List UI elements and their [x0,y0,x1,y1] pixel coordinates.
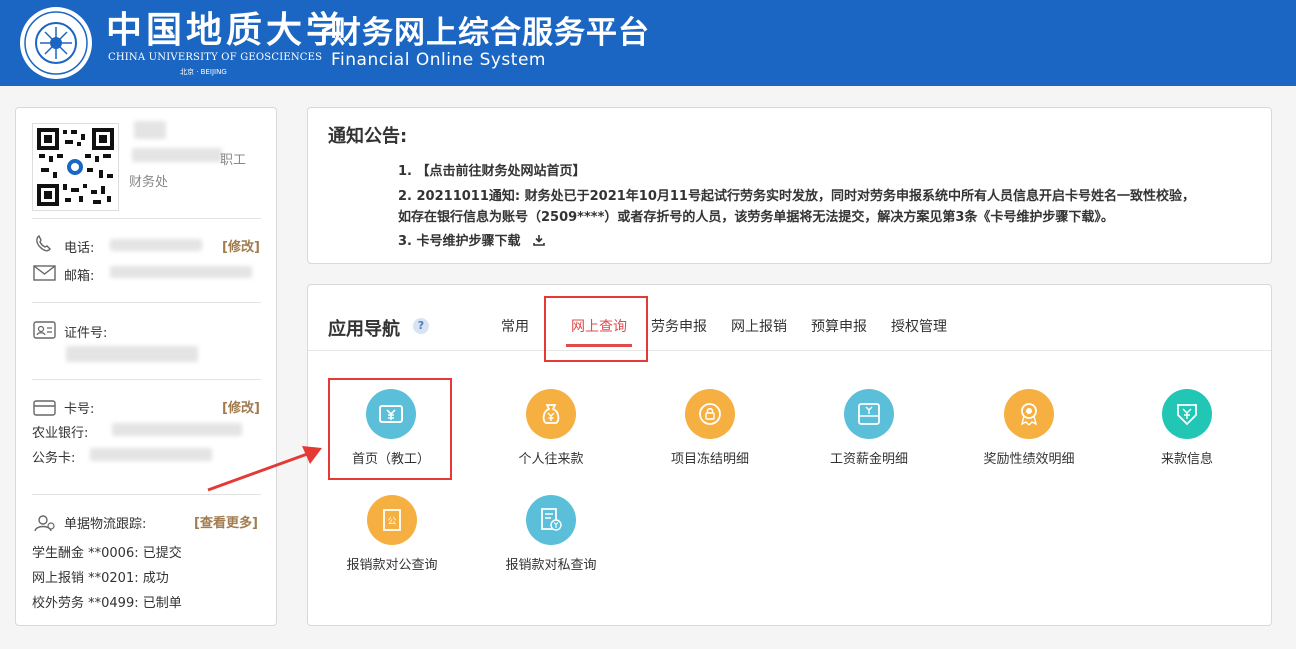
app-label: 报销款对私查询 [505,558,597,573]
public-receipt-icon: 公 [367,495,417,545]
app-label: 报销款对公查询 [346,558,438,573]
top-header: 中国地质大学 CHINA UNIVERSITY OF GEOSCIENCES 北… [0,0,1296,86]
qr-code-icon [37,128,114,206]
divider [32,218,261,219]
highlight-box-app [328,378,452,480]
divider [32,302,261,303]
notice-panel: 通知公告: 1. 【点击前往财务处网站首页】 2. 20211011通知: 财务… [307,107,1272,264]
tab-authorization[interactable]: 授权管理 [891,316,947,336]
id-number-label: 证件号: [64,326,108,341]
wallet-icon [844,389,894,439]
help-icon[interactable]: ? [413,318,429,334]
tracking-label: 单据物流跟踪: [64,517,147,532]
university-location: 北京 · BEIJING [180,68,227,76]
lock-coin-icon [685,389,735,439]
qr-code [32,123,119,211]
tracking-more-link[interactable]: [查看更多] [194,512,258,531]
divider [32,379,261,380]
app-label: 工资薪金明细 [829,452,908,467]
app-performance-bonus[interactable]: 奖励性绩效明细 [959,389,1099,467]
app-salary-details[interactable]: 工资薪金明细 [799,389,939,467]
notice-title: 通知公告: [328,126,408,147]
highlight-box-tab [544,296,648,362]
tracking-icon [34,515,55,532]
tab-budget-declaration[interactable]: 预算申报 [811,316,867,336]
app-nav-panel: 应用导航 ? 常用 网上查询 劳务申报 网上报销 预算申报 授权管理 首页（教工… [307,284,1272,626]
user-department: 财务处 [129,175,169,190]
tab-common[interactable]: 常用 [501,316,529,336]
id-number-redacted [66,346,198,362]
phone-icon [36,234,51,252]
user-name-redacted [134,121,166,139]
app-incoming-funds[interactable]: 来款信息 [1117,389,1257,467]
app-private-reimbursement[interactable]: 报销款对私查询 [481,495,621,573]
profile-card: 职工 财务处 电话: [修改] 邮箱: 证件号: 卡号: [修改] 农业银行: … [15,107,277,626]
notice-line: 如存在银行信息为账号（2509****）或者存折号的人员，该劳务单据将无法提交，… [398,210,1114,225]
tracking-item: 网上报销 **0201: 成功 [32,571,169,586]
tracking-item: 学生酬金 **0006: 已提交 [32,546,182,561]
system-title-cn: 财务网上综合服务平台 [330,15,650,51]
notice-link-download[interactable]: 3. 卡号维护步骤下载 [398,230,545,249]
notice-download-label: 3. 卡号维护步骤下载 [398,234,521,249]
money-bag-icon [526,389,576,439]
tracking-item: 校外劳务 **0499: 已制单 [32,596,182,611]
bank-abc-number-redacted [112,423,242,436]
notice-line: 2. 20211011通知: 财务处已于2021年10月11号起试行劳务实时发放… [398,189,1195,204]
phone-label: 电话: [64,241,95,256]
award-medal-icon [1004,389,1054,439]
user-title-redacted [132,148,222,162]
email-label: 邮箱: [64,269,95,284]
card-label: 卡号: [64,402,95,417]
app-public-reimbursement[interactable]: 公 报销款对公查询 [322,495,462,573]
app-label: 奖励性绩效明细 [983,452,1075,467]
tab-online-reimbursement[interactable]: 网上报销 [731,316,787,336]
divider [308,350,1271,351]
email-icon [33,265,56,281]
phone-edit-link[interactable]: [修改] [222,236,260,255]
app-label: 项目冻结明细 [670,452,749,467]
nav-title: 应用导航 [328,319,400,340]
system-title-en: Financial Online System [331,50,546,70]
bank-abc-label: 农业银行: [32,426,89,441]
university-name-cn: 中国地质大学 [106,9,347,51]
app-label: 来款信息 [1160,452,1213,467]
app-personal-transfers[interactable]: 个人往来款 [481,389,621,467]
private-receipt-icon [526,495,576,545]
bank-card-icon [33,400,56,416]
id-card-icon [33,321,56,339]
official-card-label: 公务卡: [32,451,76,466]
incoming-money-icon [1162,389,1212,439]
university-name-en: CHINA UNIVERSITY OF GEOSCIENCES [108,52,323,63]
notice-link-home[interactable]: 1. 【点击前往财务处网站首页】 [398,160,586,179]
phone-value-redacted [110,239,202,251]
university-seal-icon [20,7,92,79]
app-project-freeze[interactable]: 项目冻结明细 [640,389,780,467]
official-card-number-redacted [90,448,212,461]
card-edit-link[interactable]: [修改] [222,397,260,416]
svg-text:公: 公 [387,516,396,527]
annotation-arrow-icon [207,446,322,492]
email-value-redacted [110,266,252,278]
user-role-suffix: 职工 [220,153,247,168]
tab-labor-declaration[interactable]: 劳务申报 [651,316,707,336]
app-label: 个人往来款 [518,452,584,467]
download-icon [533,235,545,246]
